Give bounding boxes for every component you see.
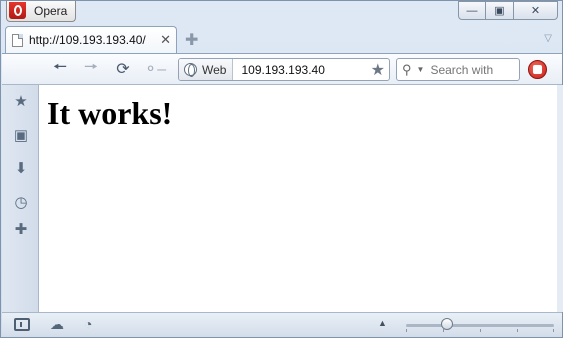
minimize-button[interactable]: — <box>458 1 486 20</box>
content-edge <box>557 85 563 312</box>
arrow-left-icon: 🠔 <box>52 58 67 76</box>
tab-active[interactable]: http://109.193.193.40/ ✕ <box>5 26 177 53</box>
add-panel-icon[interactable]: ✚ <box>12 220 30 238</box>
close-window-button[interactable]: ✕ <box>514 1 558 20</box>
new-tab-icon[interactable]: ✚ <box>185 30 198 50</box>
back-button[interactable]: 🠔 <box>49 59 71 79</box>
minimize-icon: — <box>466 4 478 17</box>
browser-window: Opera — ▣ ✕ http://109.193.193.40/ ✕ ✚ ▽… <box>0 0 563 338</box>
stop-icon <box>533 65 542 74</box>
wand-button[interactable]: ⚬– <box>144 59 166 79</box>
arrow-right-icon: 🠖 <box>83 58 98 76</box>
downloads-icon[interactable]: ⬇ <box>12 159 30 177</box>
reload-button[interactable]: ⟳ <box>112 59 134 79</box>
maximize-button[interactable]: ▣ <box>486 1 514 20</box>
zoom-reset-icon[interactable]: ▲ <box>378 318 387 328</box>
opera-unite-icon[interactable]: ☁ <box>50 316 64 333</box>
address-bar[interactable]: Web ★ <box>178 58 390 81</box>
bookmark-star-icon[interactable]: ★ <box>371 60 385 80</box>
forward-button[interactable]: 🠖 <box>80 59 102 79</box>
bookmarks-icon[interactable]: ★ <box>12 92 30 110</box>
stop-button[interactable] <box>528 60 547 79</box>
key-icon: ⚬– <box>143 61 167 78</box>
search-input[interactable] <box>430 62 511 77</box>
panel-sidebar: ★ ▣ ⬇ ◷ ✚ <box>2 85 39 312</box>
panel-toggle-icon[interactable] <box>14 318 30 331</box>
maximize-icon: ▣ <box>494 5 505 17</box>
page-heading: It works! <box>47 95 173 131</box>
opera-menu-label: Opera <box>34 4 68 18</box>
tab-title: http://109.193.193.40/ <box>29 33 146 47</box>
address-input[interactable] <box>241 62 362 77</box>
toolbar: 🠔 🠖 ⟳ ⚬– Web ★ ⚲ ▼ <box>2 53 562 85</box>
history-icon[interactable]: ◷ <box>12 193 30 211</box>
turbo-icon[interactable]: ◔ <box>84 316 92 332</box>
tab-list-chevron-icon[interactable]: ▽ <box>544 33 552 44</box>
web-badge[interactable]: Web <box>179 59 234 80</box>
status-bar: ☁ ◔ ▲ <box>2 312 562 337</box>
web-badge-label: Web <box>202 62 227 77</box>
search-icon: ⚲ <box>402 61 412 77</box>
reload-icon: ⟳ <box>116 61 130 78</box>
notes-icon[interactable]: ▣ <box>12 126 30 144</box>
close-icon: ✕ <box>530 5 541 17</box>
zoom-ticks <box>406 329 554 332</box>
chevron-down-icon[interactable]: ▼ <box>417 65 425 74</box>
tab-close-icon[interactable]: ✕ <box>160 32 171 48</box>
search-field[interactable]: ⚲ ▼ <box>396 58 520 81</box>
window-controls: — ▣ ✕ <box>458 1 558 20</box>
page-content: It works! <box>39 85 557 312</box>
opera-menu-button[interactable]: Opera <box>6 1 76 22</box>
opera-logo-icon <box>9 1 26 19</box>
zoom-slider[interactable] <box>406 324 554 327</box>
page-icon <box>12 33 23 47</box>
globe-icon <box>184 63 197 77</box>
